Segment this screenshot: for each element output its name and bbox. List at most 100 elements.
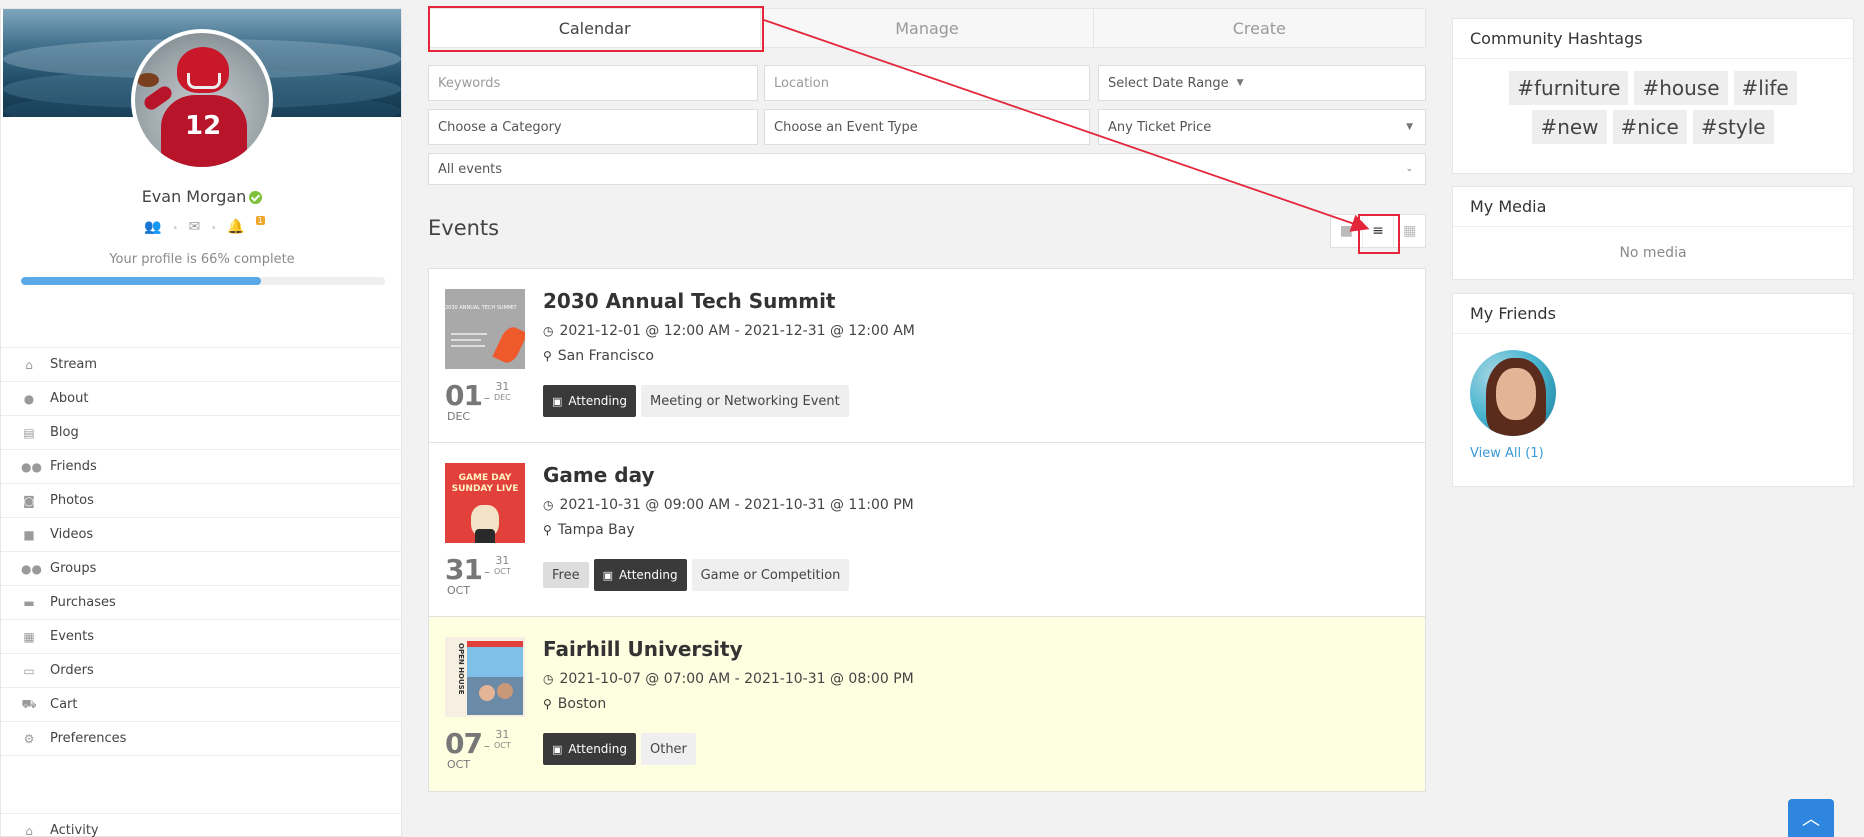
- group-icon: ●●: [21, 561, 42, 576]
- profile-quick-icons: 👥 • ✉ • 🔔 1: [144, 216, 265, 235]
- sidebar-item-friends[interactable]: ●● Friends: [1, 450, 403, 484]
- attending-badge[interactable]: ▣ Attending: [543, 385, 636, 417]
- notification-badge: 1: [255, 216, 265, 225]
- event-row[interactable]: GAME DAY SUNDAY LIVE 31–31 OCT OCT Game d…: [429, 443, 1425, 617]
- hashtag-link[interactable]: #life: [1733, 71, 1797, 105]
- panel-title: My Media: [1453, 187, 1853, 227]
- sidebar-item-label: Groups: [50, 561, 97, 576]
- event-thumbnail[interactable]: GAME DAY SUNDAY LIVE: [445, 463, 525, 543]
- grid-view-button[interactable]: ■: [1331, 215, 1363, 247]
- money-icon: ▭: [23, 663, 35, 678]
- sidebar-nav: ⌂ Stream ● About ▤ Blog ●● Friends ◙ Photos ■ Video…: [1, 347, 403, 756]
- tab-calendar[interactable]: Calendar: [429, 9, 762, 47]
- date-range-dropdown[interactable]: Select Date Range ▼: [1098, 65, 1426, 101]
- start-day: 01: [445, 379, 483, 412]
- sidebar-item-label: Orders: [50, 663, 94, 678]
- end-month: OCT: [493, 567, 511, 576]
- event-list: 2030 ANNUAL TECH SUMMIT 01–31 DEC DEC 203…: [428, 268, 1426, 792]
- home-icon: ⌂: [25, 823, 33, 837]
- start-month: OCT: [447, 584, 471, 597]
- event-row[interactable]: 2030 ANNUAL TECH SUMMIT 01–31 DEC DEC 203…: [429, 269, 1425, 443]
- keywords-input[interactable]: Keywords: [428, 65, 758, 101]
- end-month: OCT: [493, 741, 511, 750]
- event-type-label: Choose an Event Type: [774, 119, 918, 135]
- calendar-check-icon: ▣: [552, 742, 563, 756]
- sidebar-item-blog[interactable]: ▤ Blog: [1, 416, 403, 450]
- start-month: OCT: [447, 758, 471, 771]
- friends-icon[interactable]: 👥: [144, 219, 161, 235]
- list-view-button[interactable]: ≡: [1363, 215, 1395, 247]
- profile-sidebar: 12 Evan Morgan 👥 • ✉ • 🔔 1 Your profile i…: [0, 8, 403, 837]
- camera-icon: ◙: [23, 493, 35, 508]
- panel-title: My Friends: [1453, 294, 1853, 334]
- sidebar-item-about[interactable]: ● About: [1, 382, 403, 416]
- event-scope-select[interactable]: All events ⌄: [428, 153, 1426, 185]
- event-title[interactable]: 2030 Annual Tech Summit: [543, 289, 835, 313]
- profile-progress-bar: [21, 277, 385, 285]
- free-badge: Free: [543, 562, 589, 588]
- no-media-text: No media: [1619, 245, 1687, 261]
- sidebar-item-label: Activity: [50, 823, 99, 837]
- profile-name[interactable]: Evan Morgan: [142, 187, 247, 206]
- ticket-price-select[interactable]: Any Ticket Price ▼: [1098, 109, 1426, 145]
- end-day: 31: [495, 380, 510, 393]
- sidebar-item-stream[interactable]: ⌂ Stream: [1, 348, 403, 382]
- sidebar-item-events[interactable]: ▦ Events: [1, 620, 403, 654]
- bell-icon[interactable]: 🔔 1: [227, 216, 265, 235]
- thumbnail-text: OPEN HOUSE: [457, 643, 465, 695]
- event-thumbnail[interactable]: 2030 ANNUAL TECH SUMMIT: [445, 289, 525, 369]
- view-all-friends-link[interactable]: View All (1): [1470, 446, 1544, 461]
- friend-avatar[interactable]: [1470, 350, 1556, 436]
- event-thumbnail[interactable]: OPEN HOUSE: [445, 637, 525, 717]
- home-icon: ⌂: [25, 357, 33, 372]
- event-date-badge: 31–31 OCT OCT: [445, 553, 535, 597]
- map-marker-icon: ⚲: [543, 349, 552, 363]
- sidebar-item-groups[interactable]: ●● Groups: [1, 552, 403, 586]
- sidebar-item-label: Stream: [50, 357, 98, 372]
- profile-complete-text: Your profile is 66% complete: [109, 252, 295, 267]
- calendar-icon: ▦: [23, 629, 35, 644]
- hashtag-link[interactable]: #nice: [1612, 110, 1687, 144]
- event-row[interactable]: OPEN HOUSE 07–31 OCT OCT Fairhill Univers…: [429, 617, 1425, 791]
- event-tags: Free ▣ Attending Game or Competition: [543, 559, 850, 591]
- sidebar-item-label: Blog: [50, 425, 79, 440]
- attending-badge[interactable]: ▣ Attending: [593, 559, 687, 591]
- grid-view-icon: ■: [1339, 223, 1353, 239]
- tab-manage[interactable]: Manage: [761, 9, 1094, 47]
- event-location: ⚲ Tampa Bay: [543, 522, 635, 538]
- profile-progress-fill: [21, 277, 262, 285]
- hashtag-link[interactable]: #house: [1634, 71, 1728, 105]
- event-title[interactable]: Fairhill University: [543, 637, 743, 661]
- sidebar-item-purchases[interactable]: ▬ Purchases: [1, 586, 403, 620]
- event-type-select[interactable]: Choose an Event Type: [764, 109, 1090, 145]
- sidebar-item-videos[interactable]: ■ Videos: [1, 518, 403, 552]
- profile-avatar[interactable]: 12: [131, 29, 273, 171]
- hashtag-link[interactable]: #furniture: [1509, 71, 1629, 105]
- hashtag-link[interactable]: #style: [1692, 110, 1774, 144]
- hashtag-link[interactable]: #new: [1532, 110, 1607, 144]
- sidebar-item-cart[interactable]: ⛟ Cart: [1, 688, 403, 722]
- sidebar-item-label: Friends: [50, 459, 97, 474]
- calendar-view-button[interactable]: ▦: [1394, 215, 1425, 247]
- sidebar-item-photos[interactable]: ◙ Photos: [1, 484, 403, 518]
- sidebar-item-preferences[interactable]: ⚙ Preferences: [1, 722, 403, 756]
- sidebar-item-label: Preferences: [50, 731, 127, 746]
- category-select[interactable]: Choose a Category: [428, 109, 758, 145]
- event-tags: ▣ Attending Meeting or Networking Event: [543, 385, 849, 417]
- sidebar-item-orders[interactable]: ▭ Orders: [1, 654, 403, 688]
- scroll-to-top-button[interactable]: ︿: [1788, 799, 1834, 837]
- date-range-label: Select Date Range: [1108, 75, 1229, 91]
- calendar-view-icon: ▦: [1403, 223, 1417, 239]
- location-input[interactable]: Location: [764, 65, 1090, 101]
- my-friends-panel: My Friends View All (1): [1452, 293, 1854, 487]
- tab-create[interactable]: Create: [1094, 9, 1425, 47]
- attending-badge[interactable]: ▣ Attending: [543, 733, 636, 765]
- event-date-badge: 01–31 DEC DEC: [445, 379, 535, 423]
- sidebar-item-label: About: [50, 391, 89, 406]
- sidebar-item-label: Purchases: [50, 595, 116, 610]
- sidebar-item-activity[interactable]: ⌂ Activity: [1, 813, 403, 837]
- event-tabs: Calendar Manage Create: [428, 8, 1426, 48]
- envelope-icon[interactable]: ✉: [189, 219, 201, 235]
- list-view-icon: ≡: [1372, 223, 1384, 239]
- event-title[interactable]: Game day: [543, 463, 655, 487]
